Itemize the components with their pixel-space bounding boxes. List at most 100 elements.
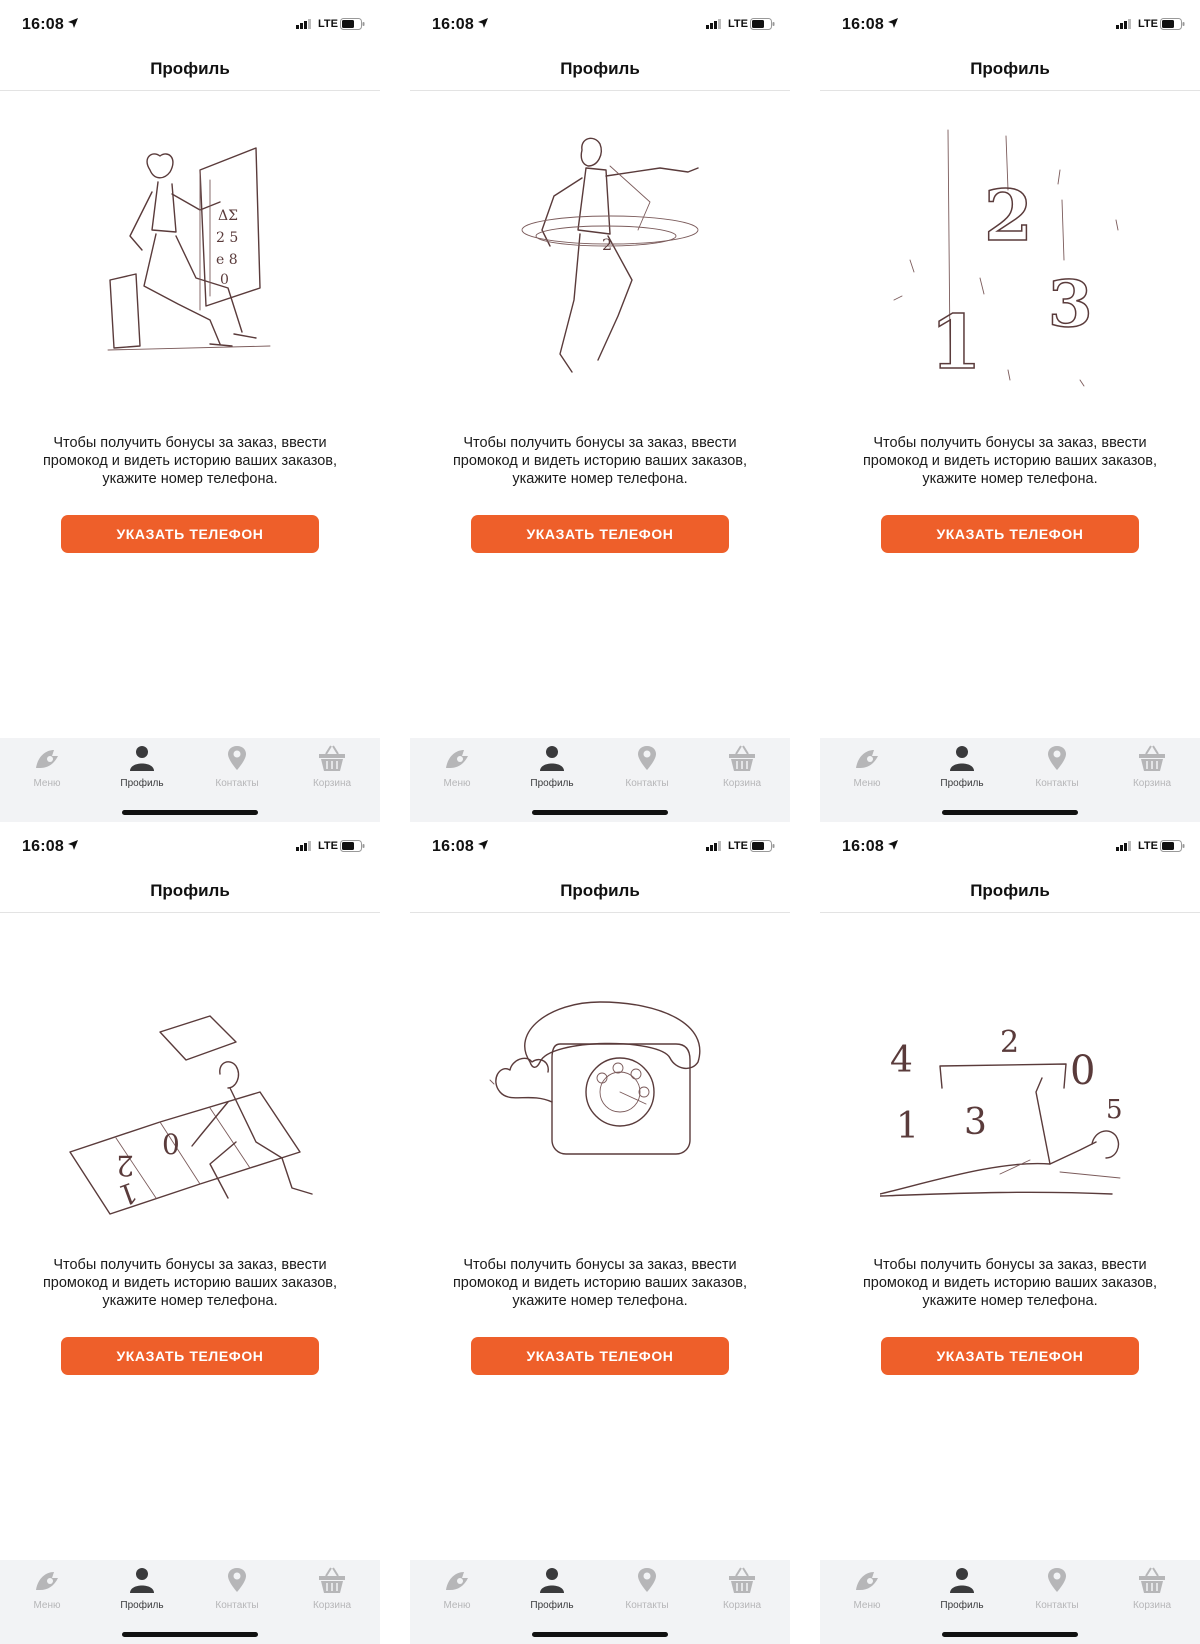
profile-icon xyxy=(950,746,974,771)
svg-text:e 8: e 8 xyxy=(216,252,238,268)
sketch-digit: 3 xyxy=(1048,267,1093,342)
tab-label: Корзина xyxy=(1132,1600,1172,1611)
tab-bar: Меню Профиль Контакты Корзина xyxy=(820,1560,1200,1644)
specify-phone-button[interactable]: УКАЗАТЬ ТЕЛЕФОН xyxy=(881,515,1139,553)
phone-prompt-message: Чтобы получить бонусы за заказ, ввести п… xyxy=(862,1257,1158,1309)
navigation-bar: Профиль xyxy=(820,866,1200,913)
phone-prompt-message: Чтобы получить бонусы за заказ, ввести п… xyxy=(862,435,1158,487)
home-indicator xyxy=(942,1632,1078,1637)
network-label: LTE xyxy=(318,840,338,852)
specify-phone-button[interactable]: УКАЗАТЬ ТЕЛЕФОН xyxy=(471,1337,729,1375)
home-indicator xyxy=(942,810,1078,815)
tab-contacts[interactable]: Контакты xyxy=(1017,1566,1097,1611)
specify-phone-button[interactable]: УКАЗАТЬ ТЕЛЕФОН xyxy=(61,1337,319,1375)
tab-menu[interactable]: Меню xyxy=(417,744,497,789)
sketch-digit: 0 xyxy=(1070,1048,1095,1094)
sketch-digit: 2 xyxy=(1000,1025,1019,1060)
tab-profile[interactable]: Профиль xyxy=(922,1566,1002,1611)
tab-profile[interactable]: Профиль xyxy=(512,1566,592,1611)
tab-cart[interactable]: Корзина xyxy=(1112,1566,1192,1611)
basket-icon xyxy=(1139,1567,1165,1593)
menu-icon xyxy=(36,750,58,768)
battery-icon xyxy=(1160,840,1185,852)
tab-label: Контакты xyxy=(625,778,669,789)
tab-bar: Меню Профиль Контакты Корзина xyxy=(410,1560,790,1644)
menu-icon xyxy=(856,750,878,768)
home-indicator xyxy=(532,810,668,815)
location-pin-icon xyxy=(638,746,656,770)
tab-label: Профиль xyxy=(940,778,984,789)
network-label: LTE xyxy=(318,18,338,30)
page-title: Профиль xyxy=(970,59,1050,78)
menu-icon xyxy=(446,750,468,768)
page-title: Профиль xyxy=(560,59,640,78)
tab-label: Меню xyxy=(33,1600,61,1611)
tab-profile[interactable]: Профиль xyxy=(102,744,182,789)
tab-cart[interactable]: Корзина xyxy=(292,1566,372,1611)
status-time: 16:08 xyxy=(842,838,884,855)
specify-phone-button[interactable]: УКАЗАТЬ ТЕЛЕФОН xyxy=(61,515,319,553)
tab-label: Профиль xyxy=(120,778,164,789)
tab-profile[interactable]: Профиль xyxy=(102,1566,182,1611)
battery-icon xyxy=(340,18,365,30)
status-time: 16:08 xyxy=(432,16,474,33)
tab-bar: Меню Профиль Контакты Корзина xyxy=(0,738,380,822)
home-indicator xyxy=(122,1632,258,1637)
tab-cart[interactable]: Корзина xyxy=(702,744,782,789)
profile-icon xyxy=(540,1568,564,1593)
status-time: 16:08 xyxy=(432,838,474,855)
tab-menu[interactable]: Меню xyxy=(7,1566,87,1611)
tab-label: Меню xyxy=(853,778,881,789)
tab-menu[interactable]: Меню xyxy=(7,744,87,789)
sketch-digit: 2 xyxy=(984,174,1033,257)
tab-contacts[interactable]: Контакты xyxy=(197,1566,277,1611)
profile-screen-6: 16:08 LTE Профиль 4 2 0 1 3 5 Чтобы полу… xyxy=(820,822,1200,1644)
tab-label: Контакты xyxy=(215,1600,259,1611)
tab-label: Меню xyxy=(853,1600,881,1611)
tab-profile[interactable]: Профиль xyxy=(512,744,592,789)
profile-screen-5: 16:08 LTE Профиль Чтобы получить бонусы … xyxy=(410,822,790,1644)
tab-menu[interactable]: Меню xyxy=(827,1566,907,1611)
basket-icon xyxy=(1139,745,1165,771)
tab-cart[interactable]: Корзина xyxy=(702,1566,782,1611)
status-time: 16:08 xyxy=(22,16,64,33)
illustration-person-lying: 4 2 0 1 3 5 xyxy=(880,1025,1123,1197)
phone-prompt-message: Чтобы получить бонусы за заказ, ввести п… xyxy=(452,1257,748,1309)
tab-menu[interactable]: Меню xyxy=(417,1566,497,1611)
tab-contacts[interactable]: Контакты xyxy=(607,1566,687,1611)
tab-cart[interactable]: Корзина xyxy=(1112,744,1192,789)
status-bar: 16:08 LTE xyxy=(820,822,1200,866)
profile-icon xyxy=(540,746,564,771)
tab-bar: Меню Профиль Контакты Корзина xyxy=(820,738,1200,822)
network-label: LTE xyxy=(728,840,748,852)
location-arrow-icon xyxy=(68,18,78,28)
home-indicator xyxy=(532,1632,668,1637)
specify-phone-button[interactable]: УКАЗАТЬ ТЕЛЕФОН xyxy=(471,515,729,553)
sketch-digit: 1 xyxy=(930,300,982,386)
tab-label: Контакты xyxy=(625,1600,669,1611)
tab-menu[interactable]: Меню xyxy=(827,744,907,789)
tab-contacts[interactable]: Контакты xyxy=(197,744,277,789)
location-arrow-icon xyxy=(478,18,488,28)
profile-screen-4: 16:08 LTE Профиль 2 0 1 Чтобы получить б… xyxy=(0,822,380,1644)
basket-icon xyxy=(729,745,755,771)
battery-icon xyxy=(1160,18,1185,30)
basket-icon xyxy=(319,745,345,771)
signal-icon xyxy=(296,841,311,851)
profile-icon xyxy=(950,1568,974,1593)
status-bar: 16:08 LTE xyxy=(410,0,790,44)
tab-cart[interactable]: Корзина xyxy=(292,744,372,789)
phone-prompt-message: Чтобы получить бонусы за заказ, ввести п… xyxy=(42,1257,338,1309)
sketch-digit: 5 xyxy=(1106,1095,1123,1125)
profile-icon xyxy=(130,1568,154,1593)
location-arrow-icon xyxy=(888,840,898,850)
tab-contacts[interactable]: Контакты xyxy=(607,744,687,789)
network-label: LTE xyxy=(1138,18,1158,30)
tab-bar: Меню Профиль Контакты Корзина xyxy=(410,738,790,822)
illustration-person-sitting: ΔΣ 2 5 e 8 0 xyxy=(107,147,271,351)
tab-contacts[interactable]: Контакты xyxy=(1017,744,1097,789)
tab-profile[interactable]: Профиль xyxy=(922,744,1002,789)
tab-label: Корзина xyxy=(1132,778,1172,789)
specify-phone-button[interactable]: УКАЗАТЬ ТЕЛЕФОН xyxy=(881,1337,1139,1375)
navigation-bar: Профиль xyxy=(410,866,790,913)
